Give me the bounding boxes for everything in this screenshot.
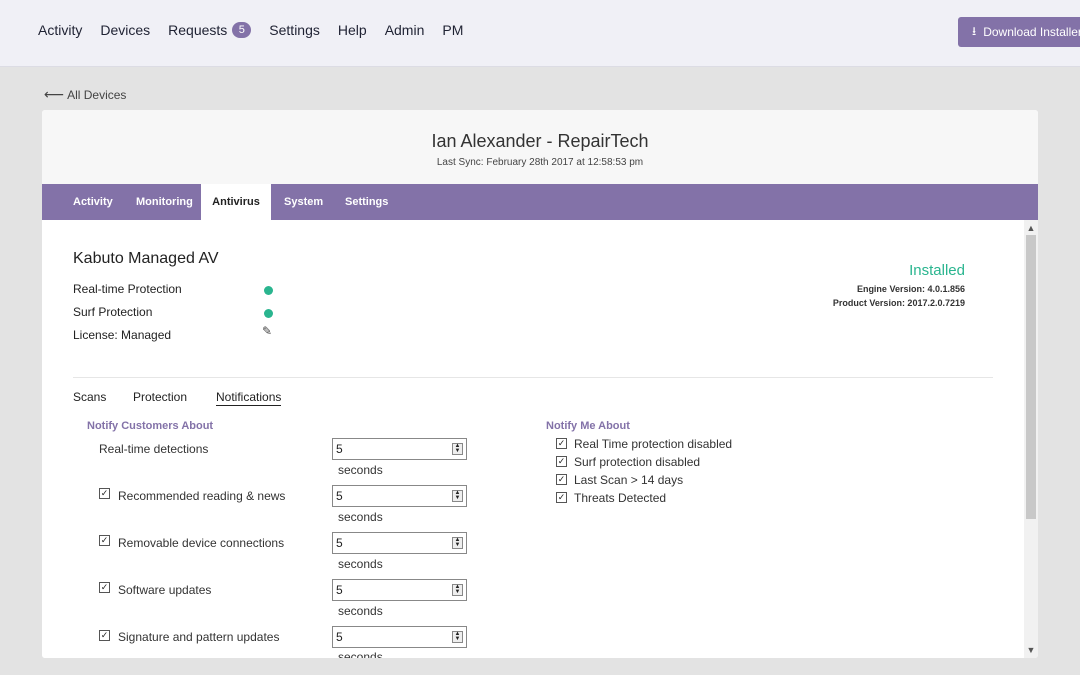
antivirus-content: Kabuto Managed AV Real-time Protection S… <box>42 220 1024 658</box>
realtime-protection-label: Real-time Protection <box>73 282 182 296</box>
main-nav: Activity Devices Requests 5 Settings Hel… <box>38 22 481 38</box>
pencil-icon[interactable]: ✎ <box>262 324 272 338</box>
nav-help[interactable]: Help <box>338 22 367 38</box>
removable-device-label: Removable device connections <box>118 536 285 550</box>
nav-activity[interactable]: Activity <box>38 22 82 38</box>
signature-updates-checkbox[interactable]: ✓ <box>99 630 110 641</box>
threats-detected-label: Threats Detected <box>574 491 667 505</box>
stepper-icon[interactable]: ▲ ▼ <box>452 490 463 502</box>
tab-activity[interactable]: Activity <box>73 184 113 220</box>
engine-version: Engine Version: 4.0.1.856 <box>856 284 965 294</box>
scrollbar-thumb[interactable] <box>1026 235 1036 519</box>
signature-updates-label: Signature and pattern updates <box>118 630 280 644</box>
realtime-detections-label: Real-time detections <box>99 442 209 456</box>
last-sync-text: Last Sync: February 28th 2017 at 12:58:5… <box>436 157 644 168</box>
nav-requests[interactable]: Requests 5 <box>168 22 252 38</box>
realtime-disabled-checkbox[interactable]: ✓ <box>556 438 567 449</box>
download-icon: ⭳ <box>972 23 977 38</box>
software-updates-label: Software updates <box>118 583 212 597</box>
back-link-label: All Devices <box>67 87 127 102</box>
av-product-title: Kabuto Managed AV <box>73 250 219 267</box>
stepper-icon[interactable]: ▲ ▼ <box>452 631 463 643</box>
signature-updates-input[interactable]: 5 ▲ ▼ <box>332 626 467 648</box>
device-header: Ian Alexander - RepairTech Last Sync: Fe… <box>42 110 1038 184</box>
tab-monitoring[interactable]: Monitoring <box>136 184 193 220</box>
download-installer-label: Download Installer <box>983 25 1080 39</box>
last-scan-checkbox[interactable]: ✓ <box>556 474 567 485</box>
tab-system[interactable]: System <box>284 184 323 220</box>
back-to-all-devices-link[interactable]: ⟵ All Devices <box>44 86 126 103</box>
top-navigation-bar: Activity Devices Requests 5 Settings Hel… <box>0 0 1080 67</box>
realtime-detections-input[interactable]: 5 ▲ ▼ <box>332 438 467 460</box>
tab-settings[interactable]: Settings <box>345 184 388 220</box>
device-card: Ian Alexander - RepairTech Last Sync: Fe… <box>42 110 1038 658</box>
notify-customers-title: Notify Customers About <box>87 420 214 432</box>
surf-disabled-checkbox[interactable]: ✓ <box>556 456 567 467</box>
nav-admin[interactable]: Admin <box>385 22 425 38</box>
scroll-up-icon[interactable]: ▲ <box>1024 222 1038 234</box>
removable-device-value: 5 <box>336 536 343 550</box>
nav-requests-label: Requests <box>168 22 228 38</box>
removable-device-input[interactable]: 5 ▲ ▼ <box>332 532 467 554</box>
product-version: Product Version: 2017.2.0.7219 <box>832 298 965 308</box>
stepper-icon[interactable]: ▲ ▼ <box>452 584 463 596</box>
arrow-left-icon: ⟵ <box>44 86 65 102</box>
subtab-protection[interactable]: Protection <box>133 390 187 404</box>
removable-device-unit: seconds <box>338 557 383 571</box>
requests-count-badge: 5 <box>232 22 252 38</box>
stepper-icon[interactable]: ▲ ▼ <box>452 443 463 455</box>
signature-updates-value: 5 <box>336 630 343 644</box>
device-tabs: Activity Monitoring Antivirus System Set… <box>42 184 1038 220</box>
notify-me-title: Notify Me About <box>546 420 630 432</box>
recommended-reading-input[interactable]: 5 ▲ ▼ <box>332 485 467 507</box>
removable-device-checkbox[interactable]: ✓ <box>99 535 110 546</box>
nav-settings[interactable]: Settings <box>269 22 320 38</box>
subtab-notifications[interactable]: Notifications <box>216 390 282 406</box>
software-updates-input[interactable]: 5 ▲ ▼ <box>332 579 467 601</box>
realtime-protection-status-dot <box>264 286 273 295</box>
subtab-scans[interactable]: Scans <box>73 390 106 404</box>
recommended-reading-value: 5 <box>336 489 343 503</box>
realtime-detections-unit: seconds <box>338 463 383 477</box>
surf-protection-label: Surf Protection <box>73 305 153 319</box>
device-title: Ian Alexander - RepairTech <box>431 131 649 151</box>
scroll-down-icon[interactable]: ▼ <box>1024 644 1038 656</box>
recommended-reading-label: Recommended reading & news <box>118 489 286 503</box>
software-updates-unit: seconds <box>338 604 383 618</box>
software-updates-value: 5 <box>336 583 343 597</box>
tab-antivirus[interactable]: Antivirus <box>201 184 271 220</box>
install-status: Installed <box>909 262 965 279</box>
surf-protection-status-dot <box>264 309 273 318</box>
surf-disabled-label: Surf protection disabled <box>574 455 701 469</box>
software-updates-checkbox[interactable]: ✓ <box>99 582 110 593</box>
realtime-detections-value: 5 <box>336 442 343 456</box>
last-scan-label: Last Scan > 14 days <box>574 473 684 487</box>
recommended-reading-unit: seconds <box>338 510 383 524</box>
nav-pm[interactable]: PM <box>442 22 463 38</box>
license-label: License: Managed <box>73 328 172 342</box>
signature-updates-unit: seconds <box>338 650 383 658</box>
realtime-disabled-label: Real Time protection disabled <box>574 437 733 451</box>
stepper-icon[interactable]: ▲ ▼ <box>452 537 463 549</box>
nav-devices[interactable]: Devices <box>100 22 150 38</box>
section-divider <box>73 377 993 378</box>
threats-detected-checkbox[interactable]: ✓ <box>556 492 567 503</box>
vertical-scrollbar[interactable]: ▲ ▼ <box>1024 220 1038 658</box>
download-installer-button[interactable]: ⭳ Download Installer <box>958 17 1080 47</box>
recommended-reading-checkbox[interactable]: ✓ <box>99 488 110 499</box>
